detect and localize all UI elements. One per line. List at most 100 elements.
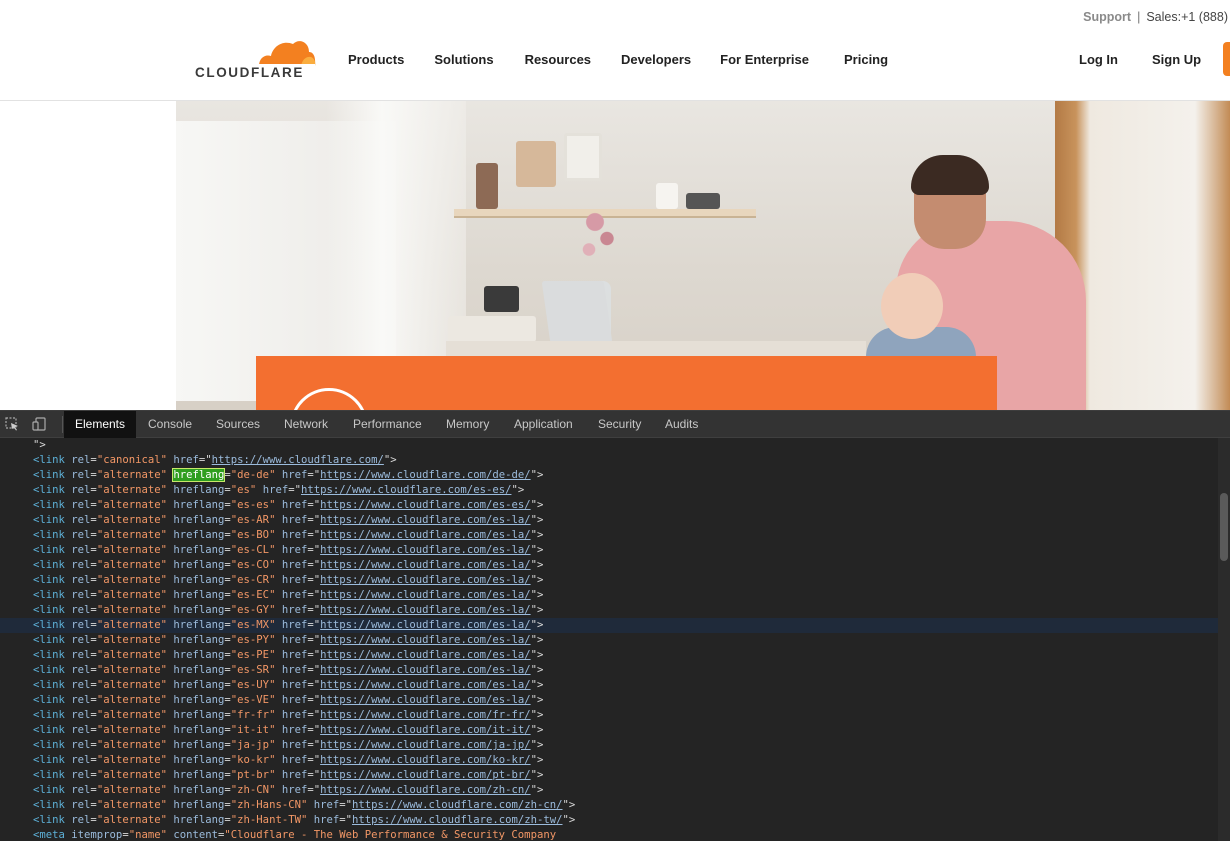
code-token: <link — [33, 514, 72, 526]
code-token: =" — [307, 769, 321, 781]
code-token[interactable]: https://www.cloudflare.com/es-la/ — [320, 559, 530, 571]
dom-node-line[interactable]: <link rel="alternate" hreflang="es-UY" h… — [0, 678, 1218, 693]
code-token[interactable]: https://www.cloudflare.com/es-la/ — [320, 694, 530, 706]
code-token[interactable]: https://www.cloudflare.com/es-la/ — [320, 529, 530, 541]
inspect-element-icon[interactable] — [5, 417, 19, 431]
code-token[interactable]: https://www.cloudflare.com/es-la/ — [320, 619, 530, 631]
dom-node-line[interactable]: <link rel="canonical" href="https://www.… — [0, 453, 1218, 468]
code-token[interactable]: https://www.cloudflare.com/zh-cn/ — [352, 799, 562, 811]
code-token: "> — [530, 544, 544, 556]
dom-node-line[interactable]: <link rel="alternate" hreflang="es-CR" h… — [0, 573, 1218, 588]
dom-node-line[interactable]: "> — [0, 438, 1218, 453]
code-token[interactable]: https://www.cloudflare.com/es-la/ — [320, 649, 530, 661]
code-token[interactable]: https://www.cloudflare.com/es-la/ — [320, 589, 530, 601]
device-toolbar-icon[interactable] — [32, 417, 46, 431]
nav-for-enterprise[interactable]: For Enterprise — [720, 52, 809, 67]
cta-button-edge[interactable] — [1223, 42, 1230, 76]
dom-node-line[interactable]: <link rel="alternate" hreflang="es-es" h… — [0, 498, 1218, 513]
code-token[interactable]: https://www.cloudflare.com/zh-cn/ — [320, 784, 530, 796]
code-token: "de-de" — [230, 469, 276, 481]
code-token[interactable]: https://www.cloudflare.com/ja-jp/ — [320, 739, 530, 751]
signup-link[interactable]: Sign Up — [1152, 52, 1201, 67]
dom-node-line[interactable]: <link rel="alternate" hreflang="es-CO" h… — [0, 558, 1218, 573]
tab-security[interactable]: Security — [598, 411, 641, 438]
dom-node-line[interactable]: <link rel="alternate" hreflang="es-AR" h… — [0, 513, 1218, 528]
dom-node-line[interactable]: <link rel="alternate" hreflang="es-PY" h… — [0, 633, 1218, 648]
code-token: href — [281, 724, 308, 736]
dom-node-line[interactable]: <link rel="alternate" hreflang="es-GY" h… — [0, 603, 1218, 618]
dom-node-line[interactable]: <link rel="alternate" hreflang="es-MX" h… — [0, 618, 1218, 633]
code-token[interactable]: https://www.cloudflare.com/ — [212, 454, 384, 466]
cloudflare-logo[interactable]: CLOUDFLARE — [195, 38, 320, 82]
tab-audits[interactable]: Audits — [665, 411, 698, 438]
support-link[interactable]: Support — [1083, 10, 1131, 24]
code-token[interactable]: https://www.cloudflare.com/es-la/ — [320, 664, 530, 676]
code-token: hreflang — [173, 694, 225, 706]
code-token[interactable]: https://www.cloudflare.com/es-es/ — [320, 499, 530, 511]
dom-node-line[interactable]: <link rel="alternate" hreflang="es-SR" h… — [0, 663, 1218, 678]
dom-node-line[interactable]: <link rel="alternate" hreflang="es-VE" h… — [0, 693, 1218, 708]
code-token[interactable]: https://www.cloudflare.com/zh-tw/ — [352, 814, 562, 826]
code-token[interactable]: https://www.cloudflare.com/pt-br/ — [320, 769, 530, 781]
nav-products[interactable]: Products — [348, 52, 404, 67]
dom-node-line[interactable]: <link rel="alternate" hreflang="zh-CN" h… — [0, 783, 1218, 798]
nav-resources[interactable]: Resources — [525, 52, 591, 67]
dom-node-line[interactable]: <link rel="alternate" hreflang="zh-Hans-… — [0, 798, 1218, 813]
tab-network[interactable]: Network — [284, 411, 328, 438]
code-token[interactable]: https://www.cloudflare.com/es-la/ — [320, 634, 530, 646]
dom-node-line[interactable]: <link rel="alternate" hreflang="es-PE" h… — [0, 648, 1218, 663]
dom-node-line[interactable]: <link rel="alternate" hreflang="de-de" h… — [0, 468, 1218, 483]
code-token: href — [281, 664, 308, 676]
dom-node-line[interactable]: <link rel="alternate" hreflang="zh-Hant-… — [0, 813, 1218, 828]
nav-pricing[interactable]: Pricing — [844, 52, 888, 67]
nav-solutions[interactable]: Solutions — [434, 52, 493, 67]
code-token[interactable]: https://www.cloudflare.com/es-la/ — [320, 679, 530, 691]
code-token[interactable]: https://www.cloudflare.com/ko-kr/ — [320, 754, 530, 766]
tab-application[interactable]: Application — [514, 411, 573, 438]
code-token: "alternate" — [96, 784, 167, 796]
dom-node-line[interactable]: <link rel="alternate" hreflang="es-CL" h… — [0, 543, 1218, 558]
dom-node-line[interactable]: <link rel="alternate" hreflang="es-BO" h… — [0, 528, 1218, 543]
tab-elements[interactable]: Elements — [64, 411, 136, 438]
code-token[interactable]: https://www.cloudflare.com/es-es/ — [301, 484, 511, 496]
code-token[interactable]: https://www.cloudflare.com/es-la/ — [320, 514, 530, 526]
dom-node-line[interactable]: <link rel="alternate" hreflang="fr-fr" h… — [0, 708, 1218, 723]
code-token: "es-GY" — [230, 604, 276, 616]
tab-sources[interactable]: Sources — [216, 411, 260, 438]
code-token: "alternate" — [96, 664, 167, 676]
dom-node-line[interactable]: <meta itemprop="name" content="Cloudflar… — [0, 828, 1218, 841]
devtools-scroll-thumb[interactable] — [1220, 493, 1228, 561]
tab-console[interactable]: Console — [148, 411, 192, 438]
dom-node-line[interactable]: <link rel="alternate" hreflang="it-it" h… — [0, 723, 1218, 738]
elements-dom-tree[interactable]: "> <link rel="canonical" href="https://ww… — [0, 438, 1218, 841]
dom-node-line[interactable]: <link rel="alternate" hreflang="ja-jp" h… — [0, 738, 1218, 753]
code-token[interactable]: https://www.cloudflare.com/fr-fr/ — [320, 709, 530, 721]
code-token[interactable]: https://www.cloudflare.com/es-la/ — [320, 574, 530, 586]
promo-banner[interactable] — [256, 356, 997, 410]
dom-node-line[interactable]: <link rel="alternate" hreflang="es-EC" h… — [0, 588, 1218, 603]
sales-phone-link[interactable]: Sales:+1 (888) — [1146, 10, 1228, 24]
promo-circle-icon — [290, 388, 368, 410]
code-token[interactable]: https://www.cloudflare.com/es-la/ — [320, 544, 530, 556]
code-token: <link — [33, 454, 72, 466]
code-token: href — [281, 634, 308, 646]
dom-node-line[interactable]: <link rel="alternate" hreflang="pt-br" h… — [0, 768, 1218, 783]
code-token: "> — [530, 634, 544, 646]
code-token: hreflang — [173, 499, 225, 511]
hero-desk-camera — [484, 286, 519, 312]
nav-developers[interactable]: Developers — [621, 52, 691, 67]
code-token[interactable]: https://www.cloudflare.com/it-it/ — [320, 724, 530, 736]
code-token: hreflang — [173, 679, 225, 691]
devtools-scrollbar[interactable] — [1218, 438, 1230, 841]
dom-node-line[interactable]: <link rel="alternate" hreflang="ko-kr" h… — [0, 753, 1218, 768]
code-token: "alternate" — [96, 769, 167, 781]
dom-node-line[interactable]: <link rel="alternate" hreflang="es" href… — [0, 483, 1218, 498]
code-token: hreflang — [173, 514, 225, 526]
code-token: "> — [530, 589, 544, 601]
code-token[interactable]: https://www.cloudflare.com/es-la/ — [320, 604, 530, 616]
login-link[interactable]: Log In — [1079, 52, 1118, 67]
tab-memory[interactable]: Memory — [446, 411, 489, 438]
tab-performance[interactable]: Performance — [353, 411, 422, 438]
code-token: rel — [71, 784, 91, 796]
code-token[interactable]: https://www.cloudflare.com/de-de/ — [320, 469, 530, 481]
